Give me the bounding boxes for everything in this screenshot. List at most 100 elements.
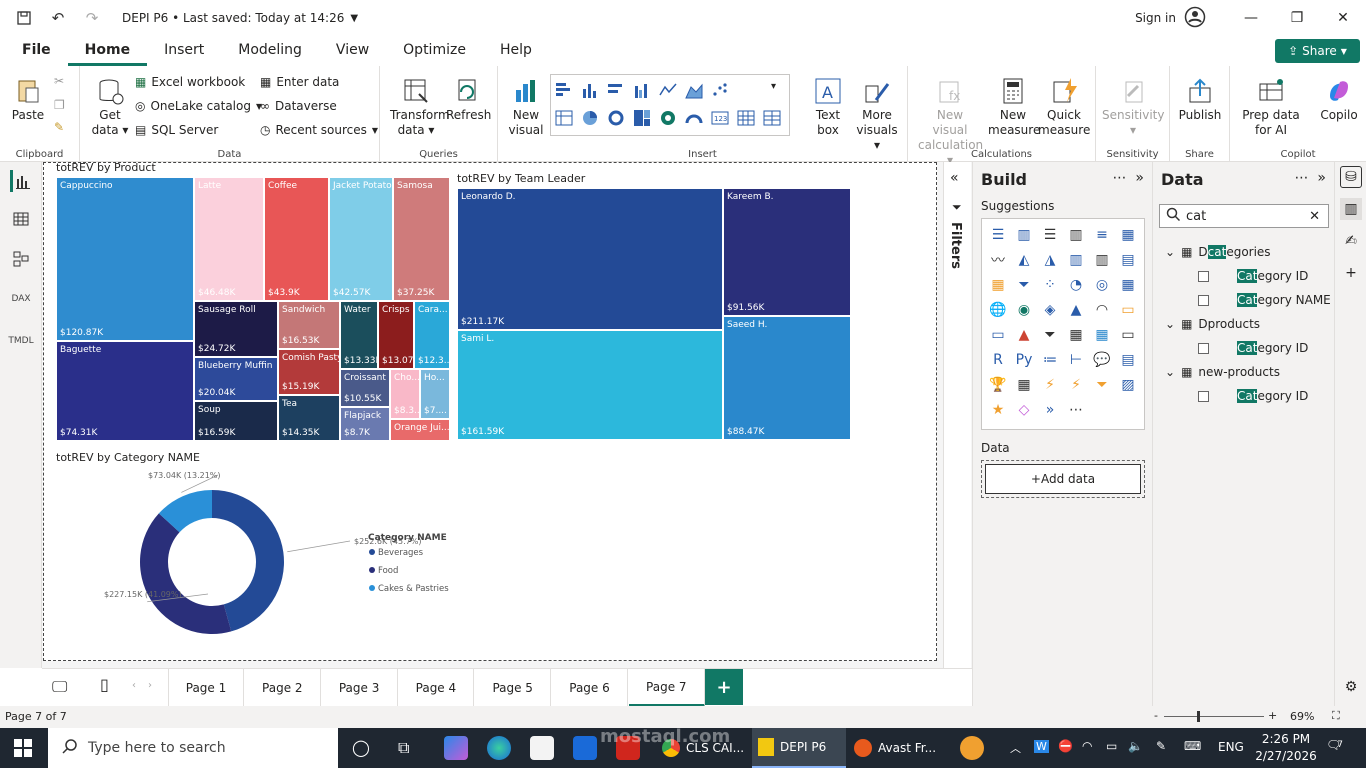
table-node[interactable]: ⌄ ▦ new-products bbox=[1165, 362, 1280, 382]
taskbar-app-powerbi[interactable]: DEPI P6 bbox=[752, 728, 846, 768]
ribbon-icon[interactable]: ▤ bbox=[1118, 250, 1138, 270]
network-icon[interactable]: ▭ bbox=[1106, 739, 1117, 753]
outlook-icon[interactable] bbox=[573, 736, 597, 760]
matrix-icon[interactable] bbox=[737, 109, 755, 127]
page-tab[interactable]: Page 3 bbox=[322, 669, 398, 707]
prev-page-icon[interactable]: ‹ bbox=[132, 680, 136, 691]
table-icon[interactable]: ▦ bbox=[1066, 325, 1086, 345]
field-checkbox[interactable] bbox=[1198, 342, 1209, 354]
key-influencers-icon[interactable]: ≔ bbox=[1040, 350, 1060, 370]
chevron-down-icon[interactable]: ⌄ bbox=[1165, 365, 1175, 379]
line-clustered-column-icon[interactable]: ▥ bbox=[1092, 250, 1112, 270]
dataverse-button[interactable]: ∞ Dataverse bbox=[260, 96, 337, 116]
refresh-button[interactable]: Refresh bbox=[446, 76, 491, 123]
sql-server-button[interactable]: ▤ SQL Server bbox=[135, 120, 218, 140]
account-icon[interactable] bbox=[1184, 6, 1206, 31]
donut-chart-icon[interactable] bbox=[607, 109, 625, 127]
stacked-column-icon[interactable]: ▥ bbox=[1014, 225, 1034, 245]
qa-icon[interactable]: 💬 bbox=[1092, 350, 1112, 370]
field-node[interactable]: Category ID bbox=[1198, 386, 1308, 406]
clear-search-icon[interactable]: ✕ bbox=[1309, 209, 1320, 224]
product-tile[interactable]: Sausage Roll $24.72K bbox=[194, 301, 278, 357]
chevron-down-icon[interactable]: ⌄ bbox=[1165, 317, 1175, 331]
funnel-icon[interactable]: ⏷ bbox=[1014, 275, 1034, 295]
clustered-column-icon[interactable]: ▥ bbox=[1066, 225, 1086, 245]
product-tile[interactable]: Cappuccino $120.87K bbox=[56, 177, 194, 341]
close-button[interactable]: ✕ bbox=[1320, 0, 1366, 36]
more-visuals-button[interactable]: More visuals ▾ bbox=[852, 76, 902, 153]
settings-gear-icon[interactable]: ⚙ bbox=[1340, 676, 1362, 698]
gallery-expand-icon[interactable]: ▾ bbox=[771, 81, 776, 92]
stacked-area-icon[interactable]: ◮ bbox=[1040, 250, 1060, 270]
legend-item[interactable]: Food bbox=[378, 566, 398, 576]
field-checkbox[interactable] bbox=[1198, 270, 1209, 282]
desktop-layout-icon[interactable]: 🖵 bbox=[52, 677, 67, 697]
pie-icon[interactable]: ◔ bbox=[1066, 275, 1086, 295]
zoom-out-button[interactable]: - bbox=[1154, 709, 1158, 722]
tmdl-view-icon[interactable]: TMDL bbox=[8, 330, 33, 352]
field-checkbox[interactable] bbox=[1198, 294, 1209, 306]
bar-chart-icon[interactable] bbox=[555, 81, 573, 99]
product-tile[interactable]: Croissant $10.55K bbox=[340, 369, 390, 407]
wifi-icon[interactable]: ◠ bbox=[1082, 739, 1092, 753]
stacked-bar-icon[interactable]: ☰ bbox=[988, 225, 1008, 245]
column-100-icon[interactable]: ▦ bbox=[1118, 225, 1138, 245]
page-tab[interactable]: Page 4 bbox=[398, 669, 475, 707]
data-search-box[interactable]: cat ✕ bbox=[1159, 204, 1329, 228]
add-page-button[interactable]: + bbox=[705, 669, 743, 705]
menu-view[interactable]: View bbox=[319, 36, 386, 66]
field-node[interactable]: Category ID bbox=[1198, 338, 1308, 358]
field-checkbox[interactable] bbox=[1198, 390, 1209, 402]
bar-100-icon[interactable]: ≡ bbox=[1092, 225, 1112, 245]
chevron-down-icon[interactable]: ⌄ bbox=[1165, 245, 1175, 259]
page-tab[interactable]: Page 2 bbox=[245, 669, 321, 707]
scatter-icon[interactable]: ⁘ bbox=[1040, 275, 1060, 295]
product-tile[interactable]: Ho... $7.... bbox=[420, 369, 450, 419]
product-tile[interactable]: Samosa $37.25K bbox=[393, 177, 450, 301]
tray-security-icon[interactable]: ⛔ bbox=[1058, 739, 1073, 753]
volume-icon[interactable]: 🔈 bbox=[1128, 739, 1143, 753]
area-icon[interactable]: ◭ bbox=[1014, 250, 1034, 270]
decomposition-tree-icon[interactable]: ⊢ bbox=[1066, 350, 1086, 370]
copilot-button[interactable]: Copilo bbox=[1312, 76, 1366, 123]
gauge-icon[interactable] bbox=[685, 109, 703, 127]
taskbar-app-avast[interactable]: Avast Fr... bbox=[848, 728, 944, 768]
menu-file[interactable]: File bbox=[0, 36, 68, 66]
legend-item[interactable]: Beverages bbox=[378, 548, 424, 558]
waterfall-icon[interactable]: ▦ bbox=[988, 275, 1008, 295]
field-node[interactable]: Category ID bbox=[1198, 266, 1308, 286]
save-icon[interactable] bbox=[14, 8, 34, 28]
quick-measure-button[interactable]: Quick measure bbox=[1038, 76, 1090, 138]
kpi-icon[interactable]: ▲ bbox=[1014, 325, 1034, 345]
column-chart-icon[interactable] bbox=[581, 81, 599, 99]
paste-button[interactable]: Paste bbox=[8, 76, 48, 123]
chevron-visual-icon[interactable]: » bbox=[1040, 400, 1060, 420]
product-tile[interactable]: Comish Pasty $15.19K bbox=[278, 349, 340, 395]
excel-workbook-button[interactable]: ▦ Excel workbook bbox=[135, 72, 245, 92]
search-input[interactable]: cat bbox=[1186, 209, 1303, 224]
zoom-slider[interactable] bbox=[1164, 716, 1264, 717]
treemap-icon[interactable]: ▦ bbox=[1118, 275, 1138, 295]
new-visual-button[interactable]: New visual bbox=[506, 76, 546, 138]
next-page-icon[interactable]: › bbox=[148, 680, 152, 691]
metrics-icon[interactable]: ★ bbox=[988, 400, 1008, 420]
scatter-chart-icon[interactable] bbox=[711, 81, 729, 99]
visual-gallery[interactable]: 123 ▾ bbox=[550, 74, 790, 136]
shape-map-icon[interactable]: ◈ bbox=[1040, 300, 1060, 320]
table-node[interactable]: ⌄ ▦ Dcategories bbox=[1165, 242, 1271, 262]
menu-modeling[interactable]: Modeling bbox=[221, 36, 319, 66]
map-icon[interactable] bbox=[659, 109, 677, 127]
page-tab[interactable]: Page 6 bbox=[552, 669, 628, 707]
slicer-icon[interactable] bbox=[763, 109, 781, 127]
copilot-visual-icon[interactable]: ◇ bbox=[1014, 400, 1034, 420]
trophy-icon[interactable]: 🏆 bbox=[988, 375, 1008, 395]
pen-icon[interactable]: ✎ bbox=[1156, 739, 1166, 753]
paginated-report-icon[interactable]: ▦ bbox=[1014, 375, 1034, 395]
product-tile[interactable]: Flapjack $8.7K bbox=[340, 407, 390, 441]
model-view-icon[interactable] bbox=[10, 248, 32, 270]
card-icon[interactable]: 123 bbox=[711, 109, 729, 127]
power-automate-icon[interactable]: ⚡ bbox=[1066, 375, 1086, 395]
line-stacked-column-icon[interactable]: ▥ bbox=[1066, 250, 1086, 270]
page-tab[interactable]: Page 7 bbox=[628, 669, 705, 707]
recent-sources-button[interactable]: ◷ Recent sources ▼ bbox=[260, 120, 378, 140]
